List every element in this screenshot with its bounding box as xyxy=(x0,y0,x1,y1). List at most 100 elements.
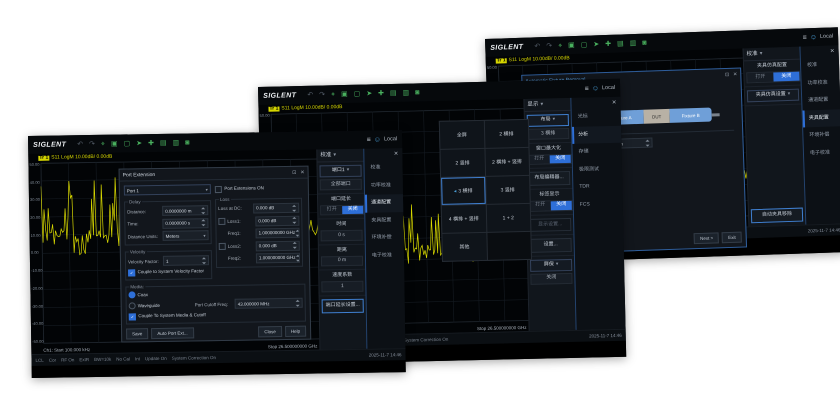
toggle-off-option[interactable]: 关闭 xyxy=(551,201,572,210)
spinner-icon[interactable] xyxy=(201,220,205,227)
close-icon[interactable]: ✕ xyxy=(733,71,737,77)
port-extension-settings-button[interactable]: 端口延长设置... xyxy=(322,299,364,313)
trace-chip[interactable]: Tr 1 xyxy=(38,156,49,161)
menu-tab[interactable]: 存储 xyxy=(572,143,621,162)
zoom-out-icon[interactable]: ▢ xyxy=(581,41,588,48)
toggle-on-option[interactable]: 打开 xyxy=(530,201,551,210)
menu-tab[interactable]: 夹具配置 xyxy=(803,109,840,128)
spinner-icon[interactable] xyxy=(295,229,299,236)
menu-tab[interactable]: 分析 xyxy=(572,125,621,144)
menu-tab[interactable]: 功率校准 xyxy=(801,74,840,93)
port-dropdown[interactable]: 端口1 ▾ xyxy=(320,165,362,177)
print-icon[interactable]: ▥ xyxy=(403,89,410,96)
layout-option[interactable]: ◂3 横排 xyxy=(441,177,485,205)
layout-option[interactable]: 全屏 xyxy=(440,121,484,149)
menu-tab[interactable]: 通道配置 xyxy=(365,194,403,212)
coax-radio[interactable] xyxy=(128,291,135,298)
layout-option[interactable]: 其他 xyxy=(442,233,486,261)
layout-option[interactable]: 2 横排 xyxy=(484,120,528,148)
velocity-factor-value[interactable]: 1 xyxy=(321,281,363,292)
loss1-field[interactable]: 0.000 dB xyxy=(255,215,299,226)
cursor-icon[interactable]: ➤ xyxy=(593,41,599,48)
layout-option[interactable]: 3 竖排 xyxy=(486,176,530,204)
redo-icon[interactable]: ↷ xyxy=(89,140,95,147)
menu-tab[interactable]: 电子校准 xyxy=(804,144,840,163)
help-button[interactable]: Help xyxy=(285,326,306,338)
time-field[interactable]: 0.0000000 s xyxy=(162,218,208,229)
spinner-icon[interactable] xyxy=(645,140,649,147)
cursor-icon[interactable]: ➤ xyxy=(136,140,142,147)
marker-icon[interactable]: ⌖ xyxy=(331,91,335,98)
cutoff-field[interactable]: 43.000000 MHz xyxy=(235,298,303,309)
menu-tab[interactable]: 校准 xyxy=(364,159,402,177)
print-icon[interactable]: ▥ xyxy=(173,139,180,146)
undo-icon[interactable]: ↶ xyxy=(534,43,540,50)
couple-velocity-checkbox[interactable]: ✓ xyxy=(128,269,135,276)
spinner-icon[interactable] xyxy=(201,207,205,214)
touch-icon[interactable]: ✚ xyxy=(605,40,611,47)
toggle-off-option[interactable]: 关闭 xyxy=(550,154,571,163)
spinner-icon[interactable] xyxy=(293,242,297,249)
user-icon[interactable]: ☺ xyxy=(374,136,381,143)
touch-icon[interactable]: ✚ xyxy=(148,140,154,147)
apps-icon[interactable]: ≡ xyxy=(367,136,371,143)
velocity-factor-field[interactable]: 1 xyxy=(163,256,209,267)
save-icon[interactable]: ▤ xyxy=(617,40,624,47)
menu-tab[interactable]: FCS xyxy=(574,195,623,214)
user-icon[interactable]: ☺ xyxy=(810,33,817,40)
trace-chip[interactable]: Tr 1 xyxy=(496,58,507,63)
close-icon[interactable]: ✕ xyxy=(364,148,402,160)
close-icon[interactable]: ✕ xyxy=(300,169,304,175)
print-icon[interactable]: ▥ xyxy=(630,39,637,46)
distance-value[interactable]: 0 m xyxy=(321,255,363,266)
waveguide-radio[interactable] xyxy=(129,302,136,309)
zoom-in-icon[interactable]: ▣ xyxy=(341,90,348,97)
menu-header[interactable]: 校准 xyxy=(320,152,331,158)
menu-tab[interactable]: 通道配置 xyxy=(802,91,840,110)
spinner-icon[interactable] xyxy=(202,257,206,264)
loss2-checkbox[interactable] xyxy=(219,243,226,250)
toggle-on-option[interactable]: 打开 xyxy=(321,206,342,215)
zoom-out-icon[interactable]: ▢ xyxy=(354,90,361,97)
undo-icon[interactable]: ↶ xyxy=(307,91,313,98)
trace-chip[interactable]: Tr 1 xyxy=(268,107,279,112)
menu-tab[interactable]: 电子校准 xyxy=(366,247,404,265)
loss2-field[interactable]: 0.000 dB xyxy=(256,240,300,251)
camera-icon[interactable]: ◙ xyxy=(415,89,419,96)
spinner-icon[interactable] xyxy=(292,217,296,224)
labels-display-toggle[interactable]: 打开 关闭 xyxy=(529,200,573,212)
toggle-off-option[interactable]: 关闭 xyxy=(773,72,799,82)
apps-icon[interactable]: ≡ xyxy=(803,34,807,41)
layout-option[interactable]: 1 + 2 xyxy=(486,204,530,232)
port-extension-toggle[interactable]: 打开 关闭 xyxy=(320,204,364,215)
loss1-checkbox[interactable] xyxy=(218,218,225,225)
toggle-on-option[interactable]: 打开 xyxy=(747,73,773,83)
distance-units-dropdown[interactable]: Meters ▾ xyxy=(163,231,209,242)
marker-icon[interactable]: ⌖ xyxy=(558,42,562,49)
fixture-sim-toggle[interactable]: 打开 关闭 xyxy=(746,71,800,84)
camera-icon[interactable]: ◙ xyxy=(642,39,646,46)
window-maximize-toggle[interactable]: 打开 关闭 xyxy=(528,153,572,165)
menu-header[interactable]: 显示 xyxy=(527,102,538,109)
auto-fixture-removal-button[interactable]: 自动夹具移除 xyxy=(751,208,803,223)
fixture-sim-settings-dropdown[interactable]: 夹具仿真设置 ▾ xyxy=(747,88,799,101)
layout-dropdown[interactable]: 布局 ▾ xyxy=(527,114,569,127)
menu-tab[interactable]: 环境补偿 xyxy=(366,229,404,247)
distance-field[interactable]: 0.0000000 m xyxy=(162,206,208,217)
zoom-in-icon[interactable]: ▣ xyxy=(568,42,575,49)
user-icon[interactable]: ☺ xyxy=(592,85,599,92)
exit-button[interactable]: Exit xyxy=(722,231,742,243)
time-value[interactable]: 0 s xyxy=(321,230,363,241)
menu-tab[interactable]: 环境补偿 xyxy=(803,126,840,145)
menu-header[interactable]: 校准 xyxy=(747,51,758,58)
spinner-icon[interactable] xyxy=(295,254,299,261)
touch-icon[interactable]: ✚ xyxy=(378,90,384,97)
spinner-icon[interactable] xyxy=(296,300,300,307)
cursor-icon[interactable]: ➤ xyxy=(366,90,372,97)
menu-tab[interactable]: TDR xyxy=(573,178,622,197)
zoom-out-icon[interactable]: ▢ xyxy=(124,140,131,147)
layout-option[interactable]: 4 横排 + 竖排 xyxy=(442,205,486,233)
undo-icon[interactable]: ↶ xyxy=(77,141,83,148)
apps-icon[interactable]: ≡ xyxy=(585,85,589,92)
save-icon[interactable]: ▤ xyxy=(160,139,167,146)
